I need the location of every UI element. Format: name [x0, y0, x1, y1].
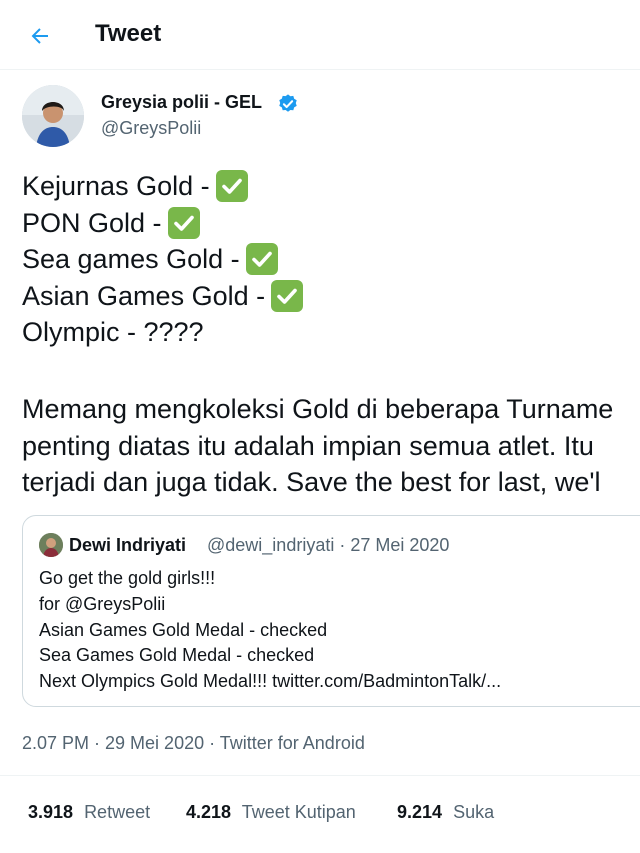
top-bar: Tweet — [0, 0, 640, 70]
tweet-line-text: Olympic - ???? — [22, 317, 204, 347]
likes-count: 9.214 — [397, 802, 443, 822]
verified-badge-icon — [279, 94, 297, 112]
paragraph-line: Memang mengkoleksi Gold di beberapa Turn… — [22, 394, 614, 424]
back-button[interactable] — [22, 18, 58, 54]
quoted-line: Sea Games Gold Medal - checked — [39, 645, 315, 666]
quoted-line: for @GreysPolii — [39, 593, 166, 614]
paragraph-line: terjadi dan juga tidak. Save the best fo… — [22, 467, 601, 497]
check-mark-icon — [245, 243, 278, 276]
paragraph-line: penting diatas itu adalah impian semua a… — [22, 430, 594, 461]
quoted-tweet-card[interactable]: Dewi Indriyati @dewi_indriyati · 27 Mei … — [22, 515, 640, 707]
tweet-line: Kejurnas Gold - — [22, 168, 640, 205]
retweet-stat[interactable]: 3.918 Retweet — [28, 802, 150, 823]
arrow-left-icon — [31, 28, 48, 44]
quote-tweet-label: Tweet Kutipan — [241, 802, 356, 822]
tweet-line-text: Asian Games Gold - — [22, 280, 266, 311]
quoted-author-handle-date: @dewi_indriyati · 27 Mei 2020 — [207, 535, 450, 555]
tweet-page: Tweet Greysia polii - GEL @GreysPolii Ke… — [0, 0, 640, 853]
quoted-line: Go get the gold girls!!! — [39, 568, 216, 588]
quote-tweet-count: 4.218 — [186, 802, 232, 822]
avatar-image — [22, 85, 84, 147]
divider — [0, 775, 640, 776]
author-name[interactable]: Greysia polii - GEL — [101, 92, 262, 113]
tweet-line-text: Kejurnas Gold - — [22, 171, 210, 201]
retweet-count: 3.918 — [28, 802, 74, 822]
tweet-line: Olympic - ???? — [22, 314, 640, 351]
tweet-timestamp[interactable]: 2.07 PM · 29 Mei 2020 · Twitter for Andr… — [22, 733, 365, 754]
tweet-line-text: Sea games Gold - — [22, 244, 240, 274]
quoted-author-avatar — [39, 533, 63, 557]
tweet-line: PON Gold - — [22, 205, 640, 242]
page-title: Tweet — [95, 20, 162, 47]
tweet-line: Asian Games Gold - — [22, 278, 640, 315]
quoted-author-name: Dewi Indriyati — [69, 535, 187, 555]
tweet-line: Sea games Gold - — [22, 241, 640, 278]
likes-stat[interactable]: 9.214 Suka — [397, 802, 494, 823]
check-mark-icon — [167, 206, 200, 239]
quoted-line: Asian Games Gold Medal - checked — [39, 619, 328, 640]
likes-label: Suka — [453, 802, 495, 822]
quote-tweet-stat[interactable]: 4.218 Tweet Kutipan — [186, 802, 356, 823]
quoted-tweet-text: Go get the gold girls!!! for @GreysPolii… — [39, 566, 501, 695]
author-handle[interactable]: @GreysPolii — [101, 118, 201, 139]
tweet-body: Kejurnas Gold - PON Gold - Sea games Gol… — [22, 168, 640, 351]
check-mark-icon — [215, 170, 248, 203]
author-avatar[interactable] — [22, 85, 84, 147]
quoted-line: Next Olympics Gold Medal!!! twitter.com/… — [39, 671, 502, 692]
tweet-line-text: PON Gold - — [22, 207, 162, 238]
retweet-label: Retweet — [84, 802, 151, 822]
tweet-paragraph: Memang mengkoleksi Gold di beberapa Turn… — [22, 391, 613, 501]
check-mark-icon — [271, 279, 304, 312]
